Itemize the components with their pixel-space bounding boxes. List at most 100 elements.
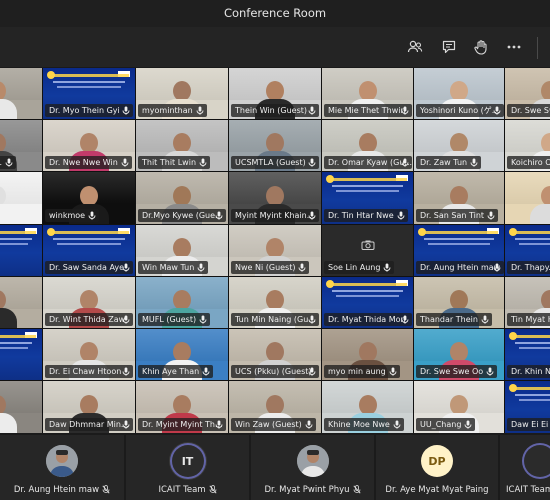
title-bar: Conference Room <box>0 0 550 27</box>
chat-icon[interactable] <box>439 37 459 57</box>
video-tile[interactable]: Win Zaw (Guest) <box>229 381 321 433</box>
video-tile[interactable]: Dr. Nwe Nwe Win <box>43 120 135 171</box>
microphone-icon <box>393 420 401 429</box>
avatar: IT <box>171 445 204 477</box>
participant-name-label: Win Zaw (Guest) <box>231 418 316 431</box>
participant-name-text: Dr. Aye Myat Myat Paing <box>385 485 489 495</box>
video-tile[interactable] <box>0 329 42 380</box>
video-tile[interactable]: Nwe Ni (Guest) <box>229 225 321 276</box>
participant-name-label: UCSMTLA (Guest) <box>231 156 319 169</box>
participant-name-label: Dr. Saw Sanda Aye <box>45 261 133 274</box>
video-tile[interactable]: Daw Dhmmar Min... <box>43 381 135 433</box>
participant-tile[interactable]: ICAIT Team <box>500 435 550 500</box>
avatar <box>296 445 329 477</box>
video-tile[interactable]: Dr. Omar Kyaw (Gu... <box>322 120 413 171</box>
microphone-icon <box>305 420 313 429</box>
video-tile[interactable]: Koichiro Oc... <box>505 120 550 171</box>
microphone-icon <box>199 158 207 167</box>
video-tile[interactable]: Dr. Tin Htar Nwe <box>322 172 413 224</box>
microphone-icon <box>481 315 489 324</box>
microphone-icon <box>122 315 130 324</box>
participant-tile[interactable]: IT ICAIT Team <box>126 435 249 500</box>
window-title: Conference Room <box>223 6 327 20</box>
participant-name-label: Dr. Aung Htein maw <box>416 261 504 274</box>
participant-name-label: Daw Ei Ei M... <box>507 418 550 431</box>
video-tile[interactable]: Dr. Myo Thein Gyi <box>43 68 135 119</box>
microphone-icon <box>493 263 501 272</box>
video-tile[interactable]: ...ng <box>0 381 42 433</box>
participant-tile[interactable]: DP Dr. Aye Myat Myat Paing <box>376 435 498 500</box>
video-tile[interactable]: myominthan <box>136 68 228 119</box>
video-tile[interactable] <box>0 277 42 328</box>
video-tile[interactable]: UCS (Pkku) (Guest) <box>229 329 321 380</box>
video-tile[interactable]: MUFL (Guest) <box>136 277 228 328</box>
video-tile[interactable]: Dr. San San Tint <box>414 172 504 224</box>
microphone-icon <box>308 315 316 324</box>
video-tile[interactable]: Win Maw Tun <box>136 225 228 276</box>
video-tile[interactable]: UU_Chang <box>414 381 504 433</box>
video-tile[interactable]: Tin Myat Ht... <box>505 277 550 328</box>
mic-muted-icon <box>102 485 110 494</box>
video-tile[interactable]: ...RO (Gu... <box>0 120 42 171</box>
video-tile[interactable]: myo min aung <box>322 329 413 380</box>
video-tile[interactable]: Thandar Thein <box>414 277 504 328</box>
participant-name-label: Win Maw Tun <box>138 261 209 274</box>
video-tile[interactable]: Dr.Myo Kywe (Gue... <box>136 172 228 224</box>
video-tile[interactable]: Thein Win (Guest) <box>229 68 321 119</box>
participant-silhouette <box>0 393 20 433</box>
microphone-icon <box>308 158 316 167</box>
participant-tile[interactable]: Dr. Aung Htein maw <box>0 435 124 500</box>
video-tile[interactable]: Tun Min Naing (Gu... <box>229 277 321 328</box>
participant-name-label: UCS (Pkku) (Guest) <box>231 365 319 378</box>
video-tile[interactable]: Myint Myint Khain... <box>229 172 321 224</box>
video-tile[interactable]: Daw Ei Ei M... <box>505 381 550 433</box>
video-tile[interactable]: Yoshinori Kuno (ゲ... <box>414 68 504 119</box>
participant-name-label: Dr.Myo Kywe (Gue... <box>138 209 226 222</box>
video-tile[interactable]: Soe Lin Aung <box>322 225 413 276</box>
video-tile[interactable]: Dr. Aung Htein maw <box>414 225 504 276</box>
video-tile[interactable]: Dr. Wint Thida Zaw <box>43 277 135 328</box>
participants-icon[interactable] <box>405 37 425 57</box>
video-tile[interactable]: winkmoe <box>43 172 135 224</box>
participant-name-label: Nwe Ni (Guest) <box>231 261 310 274</box>
avatar-initials: DP <box>428 454 446 468</box>
microphone-icon <box>122 263 130 272</box>
video-tile[interactable] <box>0 68 42 119</box>
participant-name: Dr. Aung Htein maw <box>0 485 124 495</box>
participant-name-label: Mie Mie Thet Thwin <box>324 104 412 117</box>
video-tile[interactable] <box>505 172 550 224</box>
video-feed <box>505 172 550 224</box>
participant-name-label: Khin Aye Than <box>138 365 214 378</box>
participant-name-label: Soe Lin Aung <box>324 261 395 274</box>
microphone-icon <box>122 106 130 115</box>
video-tile[interactable]: Dr. Ei Chaw Htoon <box>43 329 135 380</box>
video-tile[interactable]: Dr. Myat Thida Mon <box>322 277 413 328</box>
participant-name-label: Thit Thit Lwin <box>138 156 211 169</box>
participant-tile[interactable]: Dr. Myat Pwint Phyu <box>251 435 374 500</box>
video-tile[interactable]: UCSMTLA (Guest) <box>229 120 321 171</box>
video-tile[interactable]: Khin Aye Than <box>136 329 228 380</box>
microphone-icon <box>397 211 405 220</box>
video-tile[interactable]: Dr. Swe Swe Oo <box>414 329 504 380</box>
raise-hand-icon[interactable] <box>471 37 491 57</box>
video-tile[interactable]: Dr. Saw Sanda Aye <box>43 225 135 276</box>
video-tile[interactable]: Thit Thit Lwin <box>136 120 228 171</box>
video-tile[interactable]: Khine Moe Nwe <box>322 381 413 433</box>
participant-name-label: Dr. Khin Nw... <box>507 365 550 378</box>
video-tile[interactable]: Dr. Zaw Tun <box>414 120 504 171</box>
video-tile[interactable]: Mie Mie Thet Thwin <box>322 68 413 119</box>
avatar <box>524 445 550 477</box>
more-options-icon[interactable] <box>504 37 524 57</box>
video-tile[interactable]: Dr. Myint Myint Th... <box>136 381 228 433</box>
participant-strip: Dr. Aung Htein maw IT ICAIT Team Dr. Myat P… <box>0 433 550 500</box>
microphone-icon <box>383 263 391 272</box>
video-tile[interactable]: Dr. Khin Nw... <box>505 329 550 380</box>
video-tile[interactable]: ...ing <box>0 225 42 276</box>
video-tile[interactable]: Dr. Swe Swe <box>505 68 550 119</box>
participant-name-text: ICAIT Team <box>158 485 206 495</box>
microphone-icon <box>470 158 478 167</box>
video-tile[interactable] <box>0 172 42 224</box>
microphone-icon <box>298 263 306 272</box>
video-tile[interactable]: Dr. Thapy... <box>505 225 550 276</box>
microphone-icon <box>401 315 409 324</box>
